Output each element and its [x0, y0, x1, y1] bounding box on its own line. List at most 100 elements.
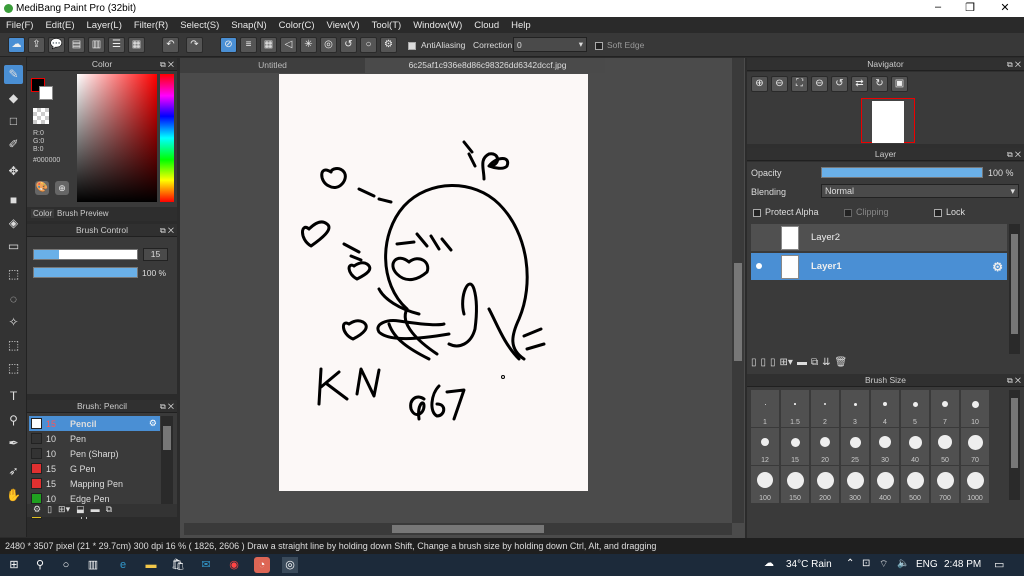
share-icon[interactable]: ⇪	[28, 37, 45, 53]
correction-select[interactable]: 0 ▾	[513, 37, 587, 52]
brush-size-preset[interactable]: 25	[841, 428, 869, 465]
layer-row-layer2[interactable]: Layer2	[751, 224, 1007, 251]
snap-ellipse-icon[interactable]: ○	[360, 37, 377, 53]
zoom-out-icon[interactable]: ⊖	[771, 76, 788, 92]
menu-select[interactable]: Select(S)	[174, 20, 225, 31]
gradient-tool-icon[interactable]: ▭	[4, 237, 23, 256]
menu-help[interactable]: Help	[505, 20, 537, 31]
saturation-value-picker[interactable]	[77, 74, 157, 202]
menu-color[interactable]: Color(C)	[273, 20, 321, 31]
palette-icon[interactable]: 🎨	[35, 181, 49, 195]
brush-size-preset[interactable]: 40	[901, 428, 929, 465]
snap-curve-icon[interactable]: ↺	[340, 37, 357, 53]
menu-view[interactable]: View(V)	[321, 20, 366, 31]
brush-size-preset[interactable]: 400	[871, 466, 899, 503]
brush-settings-icon[interactable]: ⚙	[149, 418, 157, 429]
maximize-icon[interactable]: ❐	[955, 1, 985, 14]
menu-snap[interactable]: Snap(N)	[225, 20, 272, 31]
brush-size-preset[interactable]: 1.5	[781, 390, 809, 427]
weather-text[interactable]: 34°C Rain	[786, 559, 832, 570]
weather-icon[interactable]: ☁	[764, 558, 774, 569]
reset-view-icon[interactable]: ▣	[891, 76, 908, 92]
menu-filter[interactable]: Filter(R)	[128, 20, 174, 31]
merge-layer-icon[interactable]: ⇊	[822, 357, 830, 368]
navigator-view-rect[interactable]	[861, 98, 915, 143]
new-layer-icon[interactable]: ▯	[751, 357, 757, 368]
brush-tool-icon[interactable]: ✎	[4, 65, 23, 84]
menu-cloud[interactable]: Cloud	[468, 20, 505, 31]
panel-close-icon[interactable]: ⧉ ✕	[1007, 58, 1021, 71]
add-layer-menu-icon[interactable]: ⊞▾	[780, 357, 793, 368]
brush-size-preset[interactable]: 30	[871, 428, 899, 465]
lock-checkbox[interactable]	[934, 207, 942, 217]
add-brush-icon[interactable]: ⊞▾	[58, 504, 70, 517]
document-icon[interactable]: ▥	[88, 37, 105, 53]
search-icon[interactable]: ⚲	[32, 557, 48, 573]
brush-size-preset[interactable]: 15	[781, 428, 809, 465]
new-halftone-layer-icon[interactable]: ▯	[770, 357, 776, 368]
redo-icon[interactable]: ↷	[186, 37, 203, 53]
panel-close-icon[interactable]: ⧉ ✕	[160, 400, 174, 413]
duplicate-layer-icon[interactable]: ⧉	[811, 357, 818, 368]
visibility-icon[interactable]	[756, 263, 762, 269]
menu-layer[interactable]: Layer(L)	[81, 20, 128, 31]
panel-close-icon[interactable]: ⧉ ✕	[160, 224, 174, 237]
bucket-tool-icon[interactable]: ◈	[4, 214, 23, 233]
text-tool-icon[interactable]: T	[4, 387, 23, 406]
medibang-pro-taskbar-icon[interactable]: ◎	[282, 557, 298, 573]
chat-icon[interactable]: ▤	[68, 37, 85, 53]
task-view-icon[interactable]: ▥	[85, 557, 101, 573]
move-tool-icon[interactable]: ✥	[4, 162, 23, 181]
snap-settings-icon[interactable]: ⚙	[380, 37, 397, 53]
pen-tool-icon[interactable]: ✐	[4, 135, 23, 154]
transparent-color-swatch[interactable]	[33, 108, 49, 124]
brush-size-preset[interactable]: 200	[811, 466, 839, 503]
clock[interactable]: 2:48 PM	[944, 559, 981, 570]
rotate-left-icon[interactable]: ↺	[831, 76, 848, 92]
panel-close-icon[interactable]: ⧉ ✕	[1007, 148, 1021, 161]
operation-tool-icon[interactable]: ➶	[4, 462, 23, 481]
wifi-icon[interactable]: ⌔	[879, 558, 888, 571]
snap-off-icon[interactable]: ⊘	[220, 37, 237, 53]
soft-edge-checkbox[interactable]	[595, 40, 603, 50]
eyedropper-tool-icon[interactable]: ✒	[4, 434, 23, 453]
notification-icon[interactable]: ▭	[994, 558, 1004, 571]
zoom-in-icon[interactable]: ⊕	[751, 76, 768, 92]
windows-start-icon[interactable]: ⊞	[6, 557, 22, 573]
brush-size-preset[interactable]: 70	[961, 428, 989, 465]
menu-tool[interactable]: Tool(T)	[366, 20, 408, 31]
dot-tool-icon[interactable]: □	[4, 112, 23, 131]
canvas-paper[interactable]	[279, 74, 588, 491]
layer-folder-icon[interactable]: ▬	[797, 357, 807, 368]
brush-size-scrollbar[interactable]	[1009, 390, 1020, 500]
volume-icon[interactable]: 🔈	[897, 558, 909, 569]
snap-radial-icon[interactable]: ✳	[300, 37, 317, 53]
blending-select[interactable]: Normal ▾	[821, 184, 1019, 198]
snap-parallel-icon[interactable]: ≡	[240, 37, 257, 53]
select-eraser-tool-icon[interactable]: ⬚	[4, 359, 23, 378]
brush-size-preset[interactable]: 1	[751, 390, 779, 427]
hand-tool-icon[interactable]: ✋	[4, 486, 23, 505]
brush-size-preset[interactable]: 150	[781, 466, 809, 503]
network-icon[interactable]: ⊡	[862, 558, 870, 569]
brush-opacity-slider[interactable]	[33, 267, 138, 278]
undo-icon[interactable]: ↶	[162, 37, 179, 53]
clipping-checkbox[interactable]	[844, 207, 852, 217]
menu-edit[interactable]: Edit(E)	[39, 20, 80, 31]
cloud-icon[interactable]: ☁	[8, 37, 25, 53]
mail-icon[interactable]: ✉	[198, 557, 214, 573]
brush-size-preset[interactable]: 20	[811, 428, 839, 465]
edge-icon[interactable]: e	[115, 557, 131, 573]
delete-layer-icon[interactable]: 🗑	[834, 357, 847, 368]
brush-size-preset[interactable]: 10	[961, 390, 989, 427]
antialias-checkbox[interactable]	[408, 40, 416, 50]
brush-size-preset[interactable]: 12	[751, 428, 779, 465]
file-explorer-icon[interactable]: ▬	[143, 557, 159, 573]
horizontal-scrollbar[interactable]	[184, 523, 732, 535]
brush-size-preset[interactable]: 50	[931, 428, 959, 465]
snap-perspective-icon[interactable]: ◁	[280, 37, 297, 53]
color-history-icon[interactable]: ⊕	[55, 181, 69, 195]
layer-settings-icon[interactable]: ⚙	[992, 260, 1003, 274]
chrome-icon[interactable]: ◉	[226, 557, 242, 573]
rotate-right-icon[interactable]: ↻	[871, 76, 888, 92]
